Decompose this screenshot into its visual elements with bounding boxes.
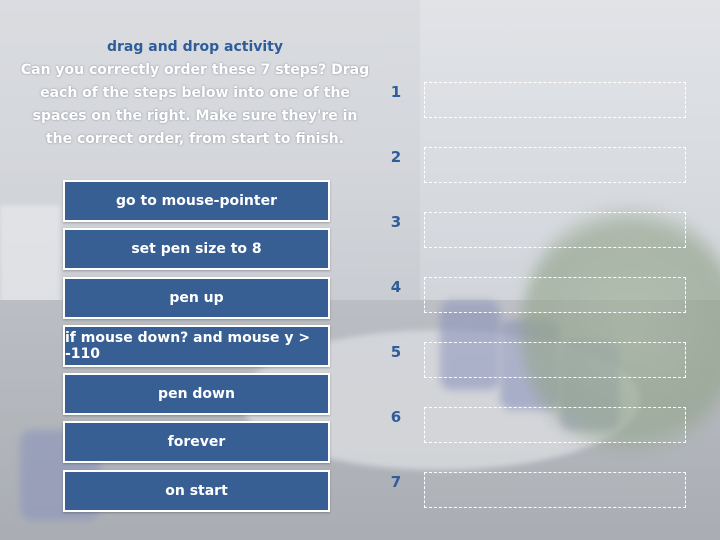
drop-slot-number: 6 [390,408,402,426]
draggable-step[interactable]: if mouse down? and mouse y > -110 [63,324,330,367]
draggable-step[interactable]: go to mouse-pointer [63,180,330,222]
drop-row: 6 [385,405,695,470]
drop-slot-number: 1 [390,83,402,101]
drop-slot[interactable] [424,407,686,443]
drop-target-area: 1 2 3 4 5 6 7 [385,80,695,535]
drop-slot-number: 3 [390,213,402,231]
draggable-step[interactable]: pen down [63,373,330,416]
drop-slot-number: 4 [390,278,402,296]
draggable-step[interactable]: set pen size to 8 [63,228,330,271]
drop-slot-number: 7 [390,473,402,491]
draggable-step[interactable]: forever [63,421,330,464]
activity-title: drag and drop activity [107,39,283,55]
drop-slot-number: 2 [390,148,402,166]
instructions-text: Can you correctly order these 7 steps? D… [20,62,370,147]
draggable-step[interactable]: on start [63,469,330,512]
drop-row: 5 [385,340,695,405]
drop-row: 7 [385,470,695,535]
drop-row: 1 [385,80,695,145]
drop-slot-number: 5 [390,343,402,361]
drop-slot[interactable] [424,82,686,118]
instructions: drag and drop activity Can you correctly… [20,36,370,151]
drop-row: 2 [385,145,695,210]
drop-row: 3 [385,210,695,275]
drop-slot[interactable] [424,472,686,508]
drop-slot[interactable] [424,342,686,378]
drop-slot[interactable] [424,277,686,313]
draggable-step[interactable]: pen up [63,276,330,319]
drop-row: 4 [385,275,695,340]
drop-slot[interactable] [424,147,686,183]
draggable-steps-list: go to mouse-pointer set pen size to 8 pen … [63,180,330,518]
drop-slot[interactable] [424,212,686,248]
